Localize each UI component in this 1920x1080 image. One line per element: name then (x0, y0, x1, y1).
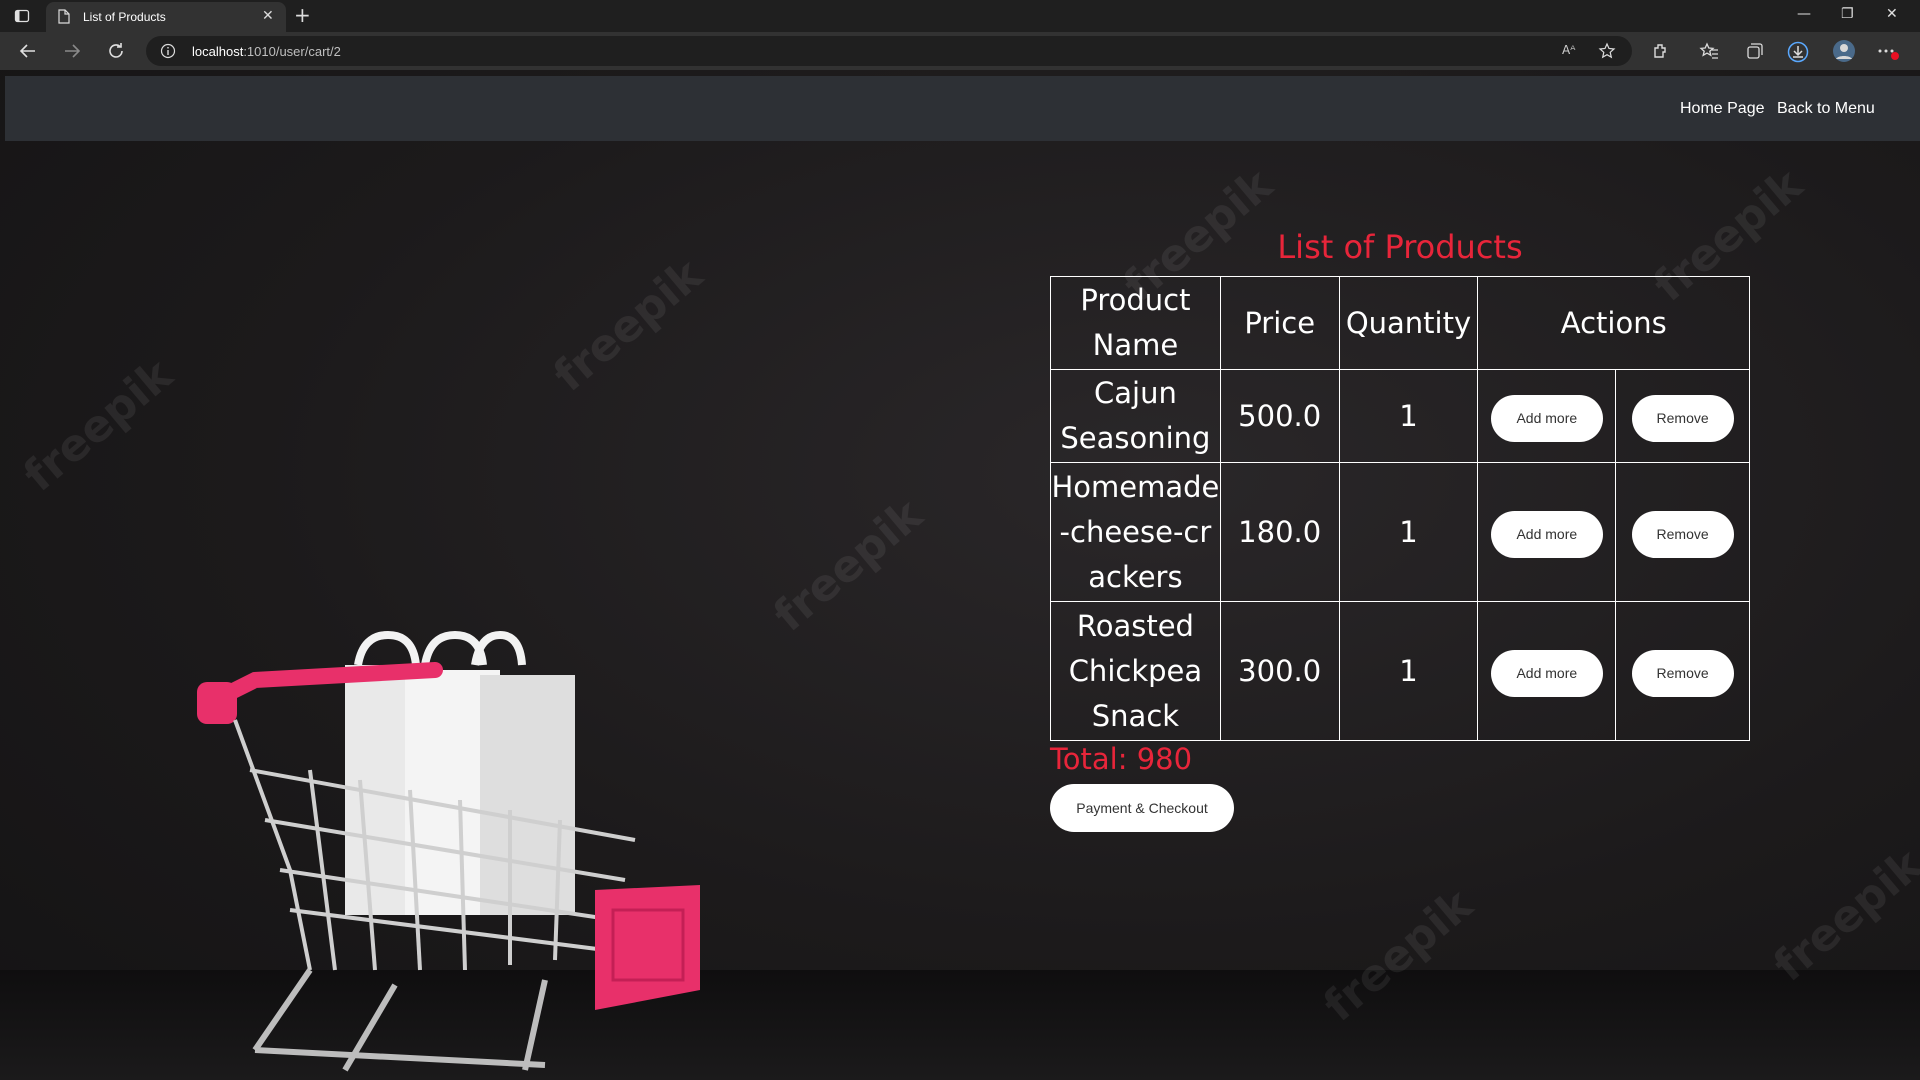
remove-button[interactable]: Remove (1631, 510, 1734, 558)
browser-tab[interactable]: List of Products ✕ (46, 2, 286, 32)
product-price: 500.0 (1219, 369, 1340, 463)
add-cell: Add more (1477, 462, 1617, 602)
address-bar[interactable]: localhost:1010/user/cart/2 Aᴬ (146, 36, 1632, 66)
cart-total: Total: 980 (1050, 742, 1193, 776)
back-to-menu-link[interactable]: Back to Menu (1777, 100, 1875, 118)
site-info-icon[interactable] (160, 43, 176, 63)
table-row: Roasted Chickpea Snack 300.0 1 Add more … (1050, 601, 1750, 741)
watermark: freepik (544, 249, 713, 402)
payment-checkout-button[interactable]: Payment & Checkout (1050, 784, 1234, 832)
add-more-button[interactable]: Add more (1490, 510, 1603, 558)
product-quantity: 1 (1338, 601, 1479, 741)
product-price: 180.0 (1219, 462, 1340, 602)
watermark: freepik (1764, 839, 1920, 992)
product-name: Cajun Seasoning (1050, 369, 1221, 463)
profile-avatar-icon[interactable] (1832, 39, 1856, 67)
remove-button[interactable]: Remove (1631, 394, 1734, 442)
add-cell: Add more (1477, 601, 1617, 741)
more-options-icon[interactable] (1877, 41, 1899, 65)
url-text: localhost:1010/user/cart/2 (192, 44, 341, 59)
restore-icon[interactable]: ❐ (1841, 6, 1854, 22)
tab-actions-icon[interactable] (14, 8, 30, 24)
downloads-icon[interactable] (1787, 41, 1809, 67)
header-quantity: Quantity (1338, 276, 1479, 370)
url-path: :1010/user/cart/2 (243, 44, 341, 59)
cart-handle-grip (197, 682, 237, 724)
header-price: Price (1219, 276, 1340, 370)
new-tab-icon[interactable]: + (294, 5, 311, 25)
favorites-icon[interactable] (1699, 41, 1719, 65)
page-title: List of Products (1277, 228, 1523, 266)
watermark: freepik (14, 349, 183, 502)
watermark: freepik (764, 489, 933, 642)
remove-cell: Remove (1615, 369, 1750, 463)
tab-close-icon[interactable]: ✕ (262, 9, 274, 23)
table-header-row: Product Name Price Quantity Actions (1050, 276, 1750, 370)
collections-icon[interactable] (1745, 41, 1765, 65)
back-icon[interactable] (18, 41, 38, 61)
header-product-name: Product Name (1050, 276, 1221, 370)
remove-cell: Remove (1615, 462, 1750, 602)
url-host: localhost (192, 44, 244, 59)
page-icon (58, 9, 70, 28)
home-page-link[interactable]: Home Page (1680, 100, 1765, 118)
remove-cell: Remove (1615, 601, 1750, 741)
browser-tab-bar: List of Products ✕ + — ❐ ✕ (0, 0, 1920, 32)
read-aloud-icon[interactable]: Aᴬ (1562, 43, 1575, 57)
tab-title: List of Products (83, 10, 166, 24)
table-row: Homemade-cheese-crackers 180.0 1 Add mor… (1050, 462, 1750, 602)
table-row: Cajun Seasoning 500.0 1 Add more Remove (1050, 369, 1750, 463)
product-price: 300.0 (1219, 601, 1340, 741)
add-more-button[interactable]: Add more (1490, 394, 1603, 442)
extensions-icon[interactable] (1651, 41, 1671, 65)
header-actions: Actions (1477, 276, 1750, 370)
remove-button[interactable]: Remove (1631, 649, 1734, 697)
reload-icon[interactable] (106, 41, 126, 61)
forward-icon[interactable] (62, 41, 82, 61)
browser-toolbar: localhost:1010/user/cart/2 Aᴬ (0, 32, 1920, 70)
add-favorite-icon[interactable] (1598, 42, 1616, 64)
add-more-button[interactable]: Add more (1490, 649, 1603, 697)
product-quantity: 1 (1338, 462, 1479, 602)
close-window-icon[interactable]: ✕ (1886, 6, 1898, 22)
minimize-icon[interactable]: — (1797, 6, 1811, 22)
top-navbar: Home Page Back to Menu (5, 76, 1920, 141)
shopping-cart-image (197, 630, 700, 1072)
add-cell: Add more (1477, 369, 1617, 463)
page-content: freepik freepik freepik freepik freepik … (0, 70, 1920, 1080)
product-name: Homemade-cheese-crackers (1050, 462, 1221, 602)
product-quantity: 1 (1338, 369, 1479, 463)
products-table: Product Name Price Quantity Actions Caju… (1050, 276, 1750, 741)
product-name: Roasted Chickpea Snack (1050, 601, 1221, 741)
